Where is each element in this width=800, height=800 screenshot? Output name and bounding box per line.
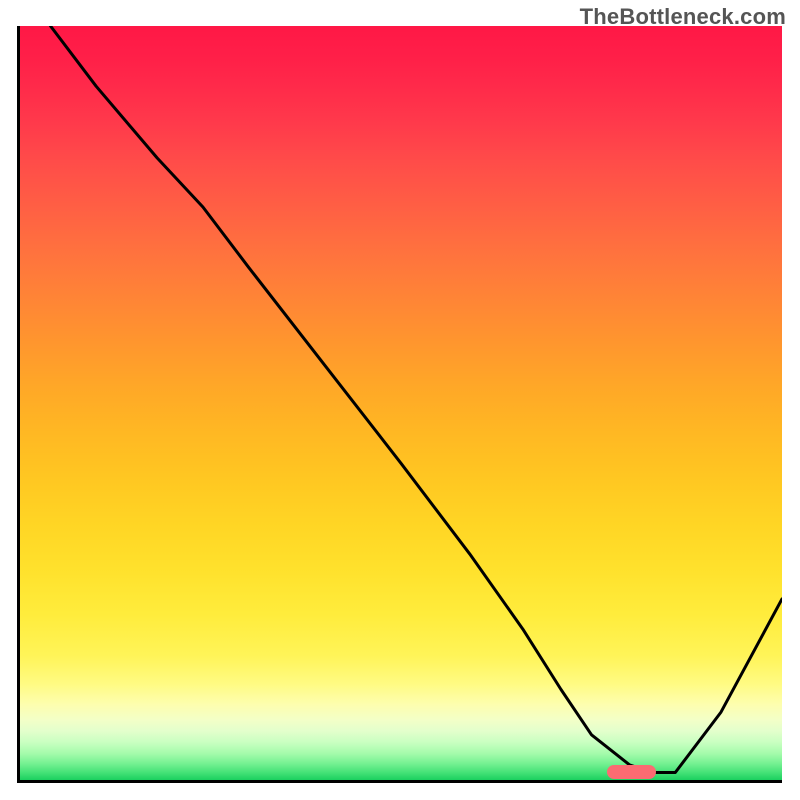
chart-axes-frame xyxy=(17,26,782,783)
bottleneck-curve xyxy=(20,26,782,780)
optimal-range-marker xyxy=(607,765,657,779)
